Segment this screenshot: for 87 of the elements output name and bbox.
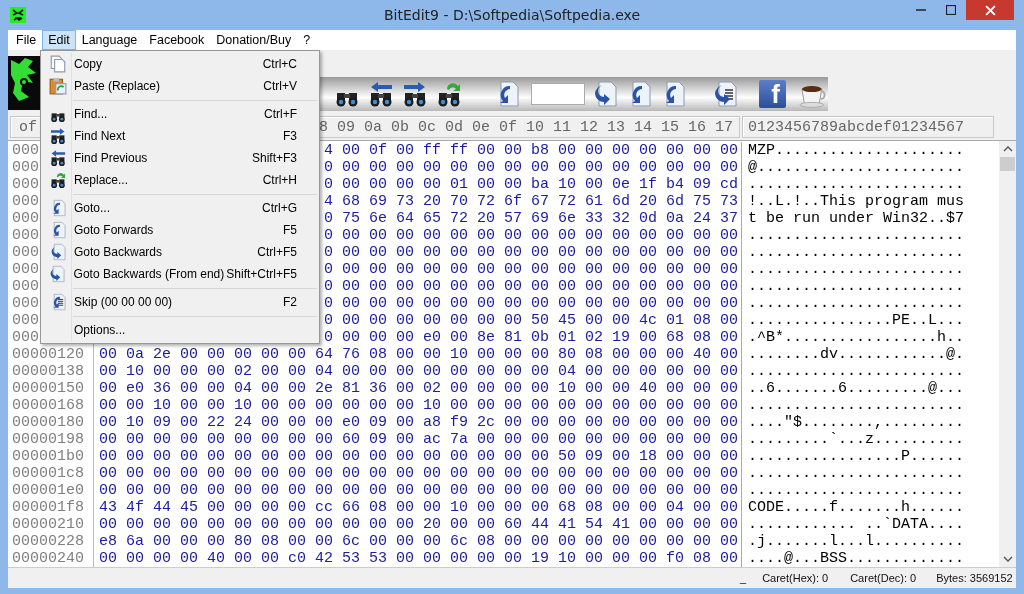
cursor-mark: _ (740, 572, 747, 584)
ascii-cell-text: ........................ (747, 464, 965, 482)
offset-cell: 000001c8 (8, 464, 94, 482)
ascii-cell-text: MZP..................... (747, 141, 965, 159)
hex-cell: 00 00 00 00 00 00 00 00 00 00 00 00 00 00 00 00 00 00 00 00 00 00 00 00 (94, 464, 742, 482)
clipboard-icon (48, 77, 67, 95)
shortcut-text: Ctrl+F5 (256, 245, 297, 259)
offset-cell: 00000150 (8, 379, 94, 397)
scroll-up-icon[interactable] (1002, 145, 1013, 152)
ascii-cell-text: ........................ (747, 396, 965, 414)
scroll-thumb[interactable] (1000, 156, 1015, 171)
menu-item[interactable]: Paste (Replace) (74, 79, 161, 93)
ascii-cell-text: ............ ..`DATA.... (747, 515, 965, 533)
shortcut-text: Ctrl+C (261, 57, 297, 71)
offset-cell: 00000240 (8, 549, 94, 567)
input-field[interactable] (530, 82, 585, 105)
binoculars-arrow-icon[interactable] (48, 127, 67, 145)
offset-cell: 00000228 (8, 532, 94, 550)
page-arrow-icon[interactable] (48, 265, 67, 283)
ascii-cell-text: ........dv............@. (747, 345, 965, 363)
ascii-cell-text: ........................ (747, 260, 965, 278)
offset-cell: 000001f8 (8, 498, 94, 516)
binoculars-arrow-icon[interactable] (48, 171, 67, 189)
hex-cell: e8 6a 00 00 00 80 08 00 00 6c 00 00 00 6c 08 00 00 00 00 00 00 00 00 00 (94, 532, 742, 550)
hex-cell: 43 4f 44 45 00 00 00 00 cc 66 08 00 00 10 00 00 00 68 08 00 00 04 00 00 (94, 498, 742, 516)
offset-cell: 00000120 (8, 345, 94, 363)
ascii-cell-text: t be run under Win32..$7 (747, 209, 965, 227)
app-icon (10, 7, 26, 23)
ascii-cell-text: ........................ (747, 175, 965, 193)
menu-item[interactable]: Edit (42, 30, 76, 50)
window-title: BitEdit9 - D:\Softpedia\Softpedia.exe (383, 7, 641, 23)
offset-cell: 00000138 (8, 362, 94, 380)
hex-cell: 00 00 00 00 00 00 00 00 00 60 09 00 ac 7a 00 00 00 00 00 00 00 00 00 00 (94, 430, 742, 448)
scroll-down-icon[interactable] (1002, 556, 1013, 563)
hex-cell: 00 10 00 00 00 02 00 00 04 00 00 00 00 00 00 00 00 04 00 00 00 00 00 00 (94, 362, 742, 380)
menu-item[interactable]: Donation/Buy (210, 30, 298, 50)
ascii-cell-text: ........................ (747, 243, 965, 261)
hex-cell: 00 00 00 00 00 00 00 00 00 00 00 00 20 00 00 60 44 41 54 41 00 00 00 00 (94, 515, 742, 533)
hex-cell: 00 00 00 00 40 00 00 c0 42 53 53 00 00 00 00 00 19 10 00 00 00 f0 08 00 (94, 549, 742, 567)
ascii-cell-text: !..L.!..This program mus (747, 192, 965, 210)
ascii-cell-text: ........................ (747, 226, 965, 244)
ascii-cell-text: ....@...BSS............. (747, 549, 965, 567)
ascii-cell-text: @....................... (747, 158, 965, 176)
shortcut-text: Ctrl+H (261, 173, 297, 187)
hex-cell: 00 0a 2e 00 00 00 00 00 64 76 08 00 00 10 00 00 00 80 08 00 00 00 40 00 (94, 345, 742, 363)
shortcut-text: F2 (282, 295, 297, 309)
offset-cell: 000001b0 (8, 447, 94, 465)
hex-cell: 00 00 00 00 00 00 00 00 00 00 00 00 00 00 00 00 00 50 09 00 18 00 00 00 (94, 447, 742, 465)
menu-item[interactable]: Facebook (143, 30, 211, 50)
offset-cell: 00000180 (8, 413, 94, 431)
status-text: Caret(Dec): 0 (850, 572, 917, 584)
pages-icon (48, 55, 67, 73)
offset-cell: 00000168 (8, 396, 94, 414)
close-button[interactable] (966, 0, 1014, 20)
facebook-button[interactable]: f (758, 79, 787, 108)
offset-cell: 00000210 (8, 515, 94, 533)
ascii-cell-text: ..6.......6.........@... (747, 379, 965, 397)
maximize-icon (946, 5, 956, 15)
ascii-cell-text: .j.......l...l.......... (747, 532, 965, 550)
menu-item[interactable]: Copy (74, 57, 102, 71)
ascii-cell-text: .........`...z.......... (747, 430, 965, 448)
ascii-cell-text: .^B*.................h.. (747, 328, 965, 346)
status-text: Caret(Hex): 0 (762, 572, 829, 584)
hex-cell: 00 00 10 00 00 10 00 00 00 00 00 00 10 00 00 00 00 00 00 00 00 00 00 00 (94, 396, 742, 414)
menu-item[interactable]: File (10, 30, 43, 50)
hex-cell: 00 00 00 00 00 00 00 00 00 00 00 00 00 00 00 00 00 00 00 00 00 00 00 00 (94, 481, 742, 499)
status-text: Bytes: 3569152 (936, 572, 1013, 584)
menu-item[interactable]: ? (297, 30, 317, 50)
ascii-cell-text: CODE.....f.......h...... (747, 498, 965, 516)
offset-cell: 00000198 (8, 430, 94, 448)
offset-cell: 000001e0 (8, 481, 94, 499)
shortcut-text: Ctrl+V (262, 79, 297, 93)
close-icon (984, 4, 996, 16)
minimize-icon (916, 9, 926, 11)
hex-cell: 00 10 09 00 22 24 00 00 00 e0 09 00 a8 f9 2c 00 00 00 00 00 00 00 00 00 (94, 413, 742, 431)
ascii-cell-text: ........................ (747, 362, 965, 380)
binoculars-arrow-icon[interactable] (48, 149, 67, 167)
menu-item[interactable]: Language (75, 30, 144, 50)
ascii-cell-text: ........................ (747, 277, 965, 295)
hex-cell: 00 e0 36 00 00 04 00 00 2e 81 36 00 02 00 00 00 00 10 00 00 40 00 00 00 (94, 379, 742, 397)
ascii-cell-text: ...."$........,......... (747, 413, 965, 431)
ascii-cell-text: ........................ (747, 481, 965, 499)
ascii-cell-text: .................P...... (747, 447, 965, 465)
ascii-cell-text: ........................ (747, 294, 965, 312)
column-header: 0123456789abcdef01234567 (742, 115, 994, 138)
scrollbar[interactable] (999, 140, 1016, 568)
ascii-cell-text: ................PE..L... (747, 311, 965, 329)
